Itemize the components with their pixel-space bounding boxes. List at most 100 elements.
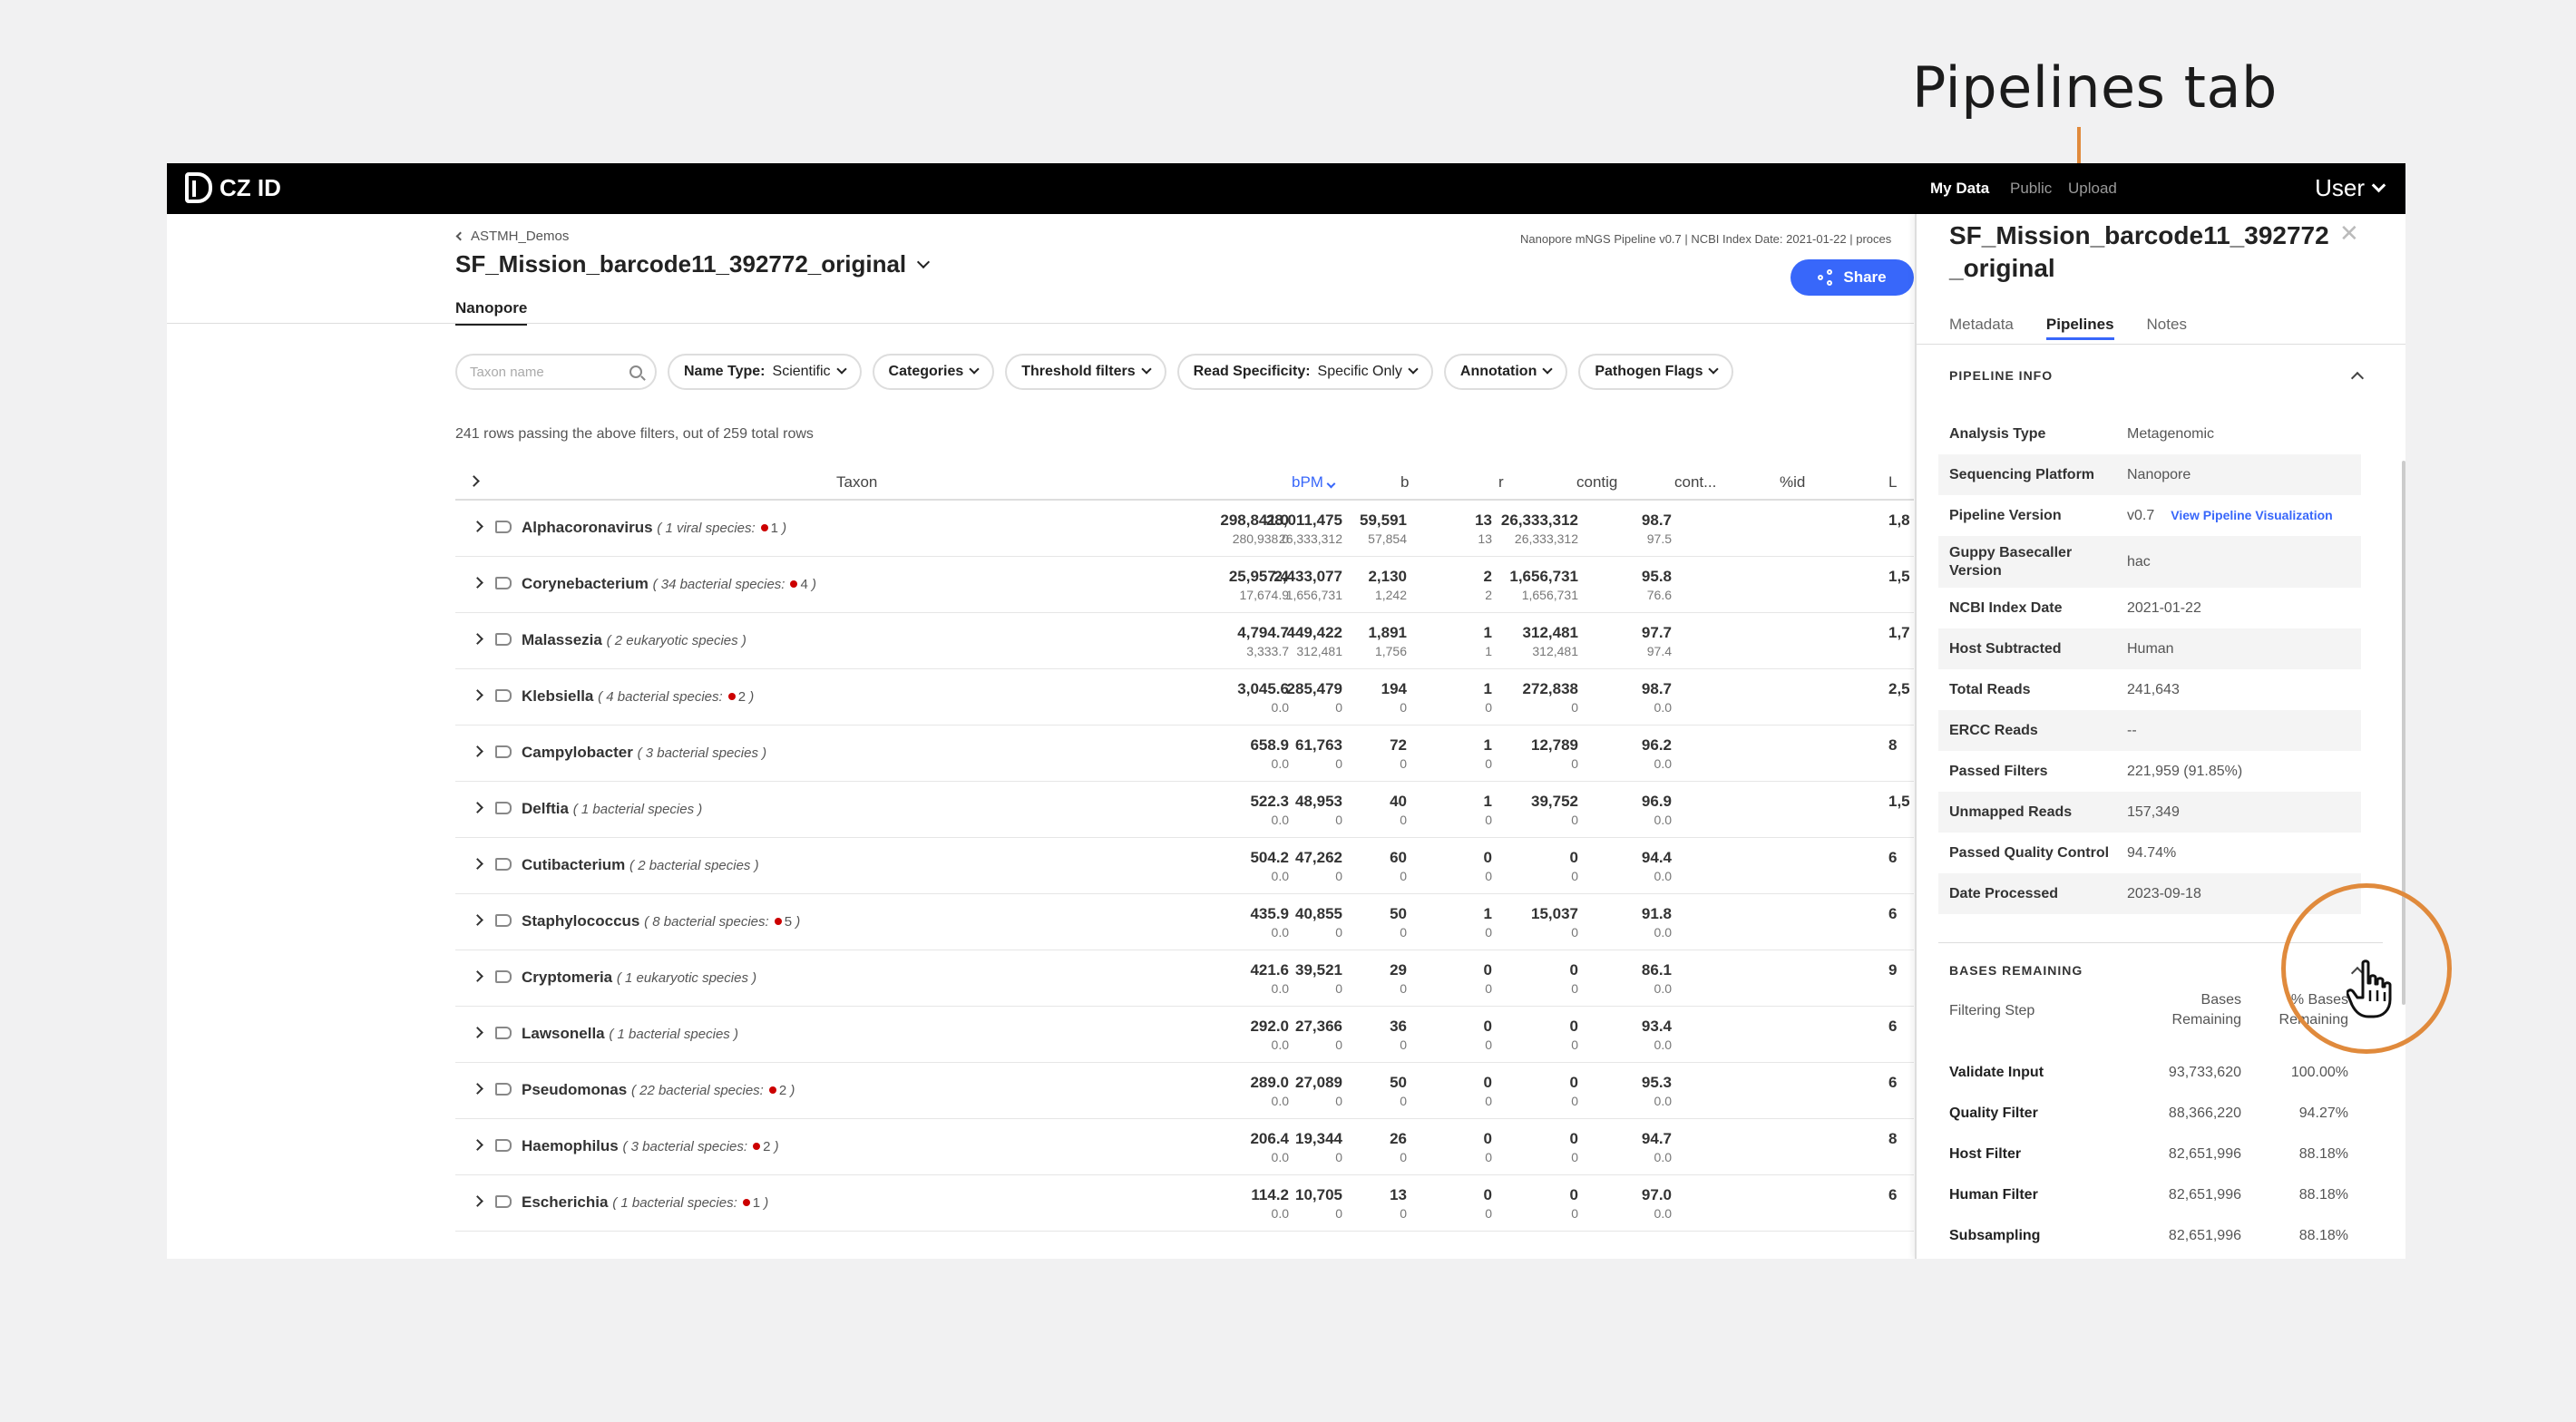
expand-all-icon[interactable] bbox=[468, 475, 480, 487]
taxon-name[interactable]: Lawsonella ( 1 bacterial species ) bbox=[522, 1025, 738, 1043]
pipeline-info-value: Nanopore bbox=[2127, 467, 2191, 483]
close-icon[interactable]: ✕ bbox=[2339, 219, 2359, 248]
taxon-search-input[interactable]: Taxon name bbox=[455, 354, 657, 390]
taxon-name-text: Pseudomonas bbox=[522, 1081, 628, 1098]
table-row[interactable]: Cutibacterium ( 2 bacterial species ) 504… bbox=[455, 838, 1914, 894]
chevron-up-icon[interactable] bbox=[2350, 371, 2365, 385]
expand-row-icon[interactable] bbox=[472, 745, 483, 757]
chevron-down-icon bbox=[1708, 364, 1720, 375]
threshold-filter[interactable]: Threshold filters bbox=[1005, 354, 1166, 390]
table-row[interactable]: Delftia ( 1 bacterial species ) 522.3 0.0 4… bbox=[455, 782, 1914, 838]
annotation-filter[interactable]: Annotation bbox=[1443, 354, 1568, 390]
table-row[interactable]: Escherichia ( 1 bacterial species: 1 ) 114… bbox=[455, 1175, 1914, 1232]
tag-icon[interactable] bbox=[495, 577, 512, 589]
taxon-name[interactable]: Cutibacterium ( 2 bacterial species ) bbox=[522, 856, 759, 874]
expand-row-icon[interactable] bbox=[472, 802, 483, 813]
expand-row-icon[interactable] bbox=[472, 1027, 483, 1038]
col-l[interactable]: L bbox=[1888, 473, 1897, 492]
pipeline-info-value-text: 2023-09-18 bbox=[2127, 885, 2201, 901]
expand-row-icon[interactable] bbox=[472, 1083, 483, 1095]
nav-public[interactable]: Public bbox=[2010, 180, 2052, 198]
cell-pid: 98.7 0.0 bbox=[1490, 669, 1672, 715]
tab-metadata[interactable]: Metadata bbox=[1949, 316, 2014, 340]
col-contig-bases[interactable]: cont... bbox=[1674, 473, 1716, 492]
tag-icon[interactable] bbox=[495, 521, 512, 533]
tag-icon[interactable] bbox=[495, 633, 512, 646]
pipeline-info-heading[interactable]: PIPELINE INFO bbox=[1949, 368, 2053, 383]
view-pipeline-visualization-link[interactable]: View Pipeline Visualization bbox=[2171, 508, 2332, 522]
col-b[interactable]: b bbox=[1400, 473, 1409, 492]
table-row[interactable]: Staphylococcus ( 8 bacterial species: 5 )… bbox=[455, 894, 1914, 950]
expand-row-icon[interactable] bbox=[472, 970, 483, 982]
taxon-name[interactable]: Alphacoronavirus ( 1 viral species: 1 ) bbox=[522, 519, 786, 537]
nav-my-data[interactable]: My Data bbox=[1930, 180, 1989, 198]
table-row[interactable]: Haemophilus ( 3 bacterial species: 2 ) 206… bbox=[455, 1119, 1914, 1175]
breadcrumb[interactable]: ASTMH_Demos bbox=[455, 229, 569, 244]
taxon-name[interactable]: Escherichia ( 1 bacterial species: 1 ) bbox=[522, 1193, 768, 1212]
table-row[interactable]: Cryptomeria ( 1 eukaryotic species ) 421.… bbox=[455, 950, 1914, 1007]
taxon-name[interactable]: Staphylococcus ( 8 bacterial species: 5 ) bbox=[522, 912, 800, 930]
taxon-name[interactable]: Klebsiella ( 4 bacterial species: 2 ) bbox=[522, 687, 754, 706]
cell-pid: 93.4 0.0 bbox=[1490, 1007, 1672, 1052]
taxon-species-count: ( 1 bacterial species ) bbox=[609, 1027, 738, 1042]
table-row[interactable]: Klebsiella ( 4 bacterial species: 2 ) 3,04… bbox=[455, 669, 1914, 726]
expand-row-icon[interactable] bbox=[472, 1195, 483, 1207]
table-row[interactable]: Alphacoronavirus ( 1 viral species: 1 ) 29… bbox=[455, 501, 1914, 557]
sample-title[interactable]: SF_Mission_barcode11_392772_original bbox=[455, 250, 931, 278]
table-row[interactable]: Campylobacter ( 3 bacterial species ) 658… bbox=[455, 726, 1914, 782]
expand-row-icon[interactable] bbox=[472, 633, 483, 645]
tag-icon[interactable] bbox=[495, 689, 512, 702]
col-percent-id[interactable]: %id bbox=[1780, 473, 1805, 492]
col-contig[interactable]: contig bbox=[1576, 473, 1617, 492]
tag-icon[interactable] bbox=[495, 970, 512, 983]
bases-remaining-heading[interactable]: BASES REMAINING bbox=[1949, 963, 2083, 978]
taxon-name[interactable]: Haemophilus ( 3 bacterial species: 2 ) bbox=[522, 1137, 779, 1155]
taxon-name[interactable]: Pseudomonas ( 22 bacterial species: 2 ) bbox=[522, 1081, 795, 1099]
tag-icon[interactable] bbox=[495, 1139, 512, 1152]
taxon-name[interactable]: Malassezia ( 2 eukaryotic species ) bbox=[522, 631, 746, 649]
nav-upload[interactable]: Upload bbox=[2068, 180, 2117, 198]
tag-icon[interactable] bbox=[495, 1027, 512, 1039]
table-row[interactable]: Pseudomonas ( 22 bacterial species: 2 ) 28… bbox=[455, 1063, 1914, 1119]
expand-row-icon[interactable] bbox=[472, 914, 483, 926]
pipeline-info-key: Passed Filters bbox=[1949, 763, 2048, 779]
taxon-name[interactable]: Delftia ( 1 bacterial species ) bbox=[522, 800, 702, 818]
expand-row-icon[interactable] bbox=[472, 858, 483, 870]
pipeline-info-value: Metagenomic bbox=[2127, 426, 2214, 443]
expand-row-icon[interactable] bbox=[472, 689, 483, 701]
col-taxon[interactable]: Taxon bbox=[836, 473, 877, 492]
tag-icon[interactable] bbox=[495, 1083, 512, 1096]
expand-row-icon[interactable] bbox=[472, 1139, 483, 1151]
tab-notes[interactable]: Notes bbox=[2147, 316, 2187, 340]
taxon-name[interactable]: Campylobacter ( 3 bacterial species ) bbox=[522, 744, 766, 762]
table-row[interactable]: Malassezia ( 2 eukaryotic species ) 4,794… bbox=[455, 613, 1914, 669]
tag-icon[interactable] bbox=[495, 802, 512, 814]
bases-remaining-value: 82,651,996 bbox=[2168, 1145, 2241, 1162]
col-bpm[interactable]: bPM bbox=[1292, 473, 1336, 492]
filtering-step: Quality Filter bbox=[1949, 1105, 2038, 1121]
tag-icon[interactable] bbox=[495, 914, 512, 927]
read-specificity-filter[interactable]: Read Specificity: Specific Only bbox=[1176, 354, 1433, 390]
categories-filter[interactable]: Categories bbox=[872, 354, 995, 390]
tag-icon[interactable] bbox=[495, 745, 512, 758]
user-menu[interactable]: User bbox=[2315, 174, 2386, 202]
pipeline-info-key: Pipeline Version bbox=[1949, 507, 2062, 523]
taxon-species-count: ( 2 bacterial species ) bbox=[629, 858, 759, 873]
pathogen-flags-filter[interactable]: Pathogen Flags bbox=[1578, 354, 1734, 390]
taxon-name[interactable]: Corynebacterium ( 34 bacterial species: 4… bbox=[522, 575, 816, 593]
table-row[interactable]: Lawsonella ( 1 bacterial species ) 292.0 0… bbox=[455, 1007, 1914, 1063]
col-r[interactable]: r bbox=[1498, 473, 1504, 492]
expand-row-icon[interactable] bbox=[472, 521, 483, 532]
czid-logo[interactable]: CZ ID bbox=[185, 172, 281, 203]
expand-row-icon[interactable] bbox=[472, 577, 483, 589]
name-type-filter[interactable]: Name Type: Scientific bbox=[668, 354, 862, 390]
taxon-name-text: Escherichia bbox=[522, 1193, 609, 1211]
table-row[interactable]: Corynebacterium ( 34 bacterial species: 4… bbox=[455, 557, 1914, 613]
tag-icon[interactable] bbox=[495, 1195, 512, 1208]
tag-icon[interactable] bbox=[495, 858, 512, 871]
tab-pipelines[interactable]: Pipelines bbox=[2045, 316, 2114, 340]
share-button[interactable]: Share bbox=[1791, 259, 1914, 296]
taxon-name[interactable]: Cryptomeria ( 1 eukaryotic species ) bbox=[522, 969, 756, 987]
tab-nanopore[interactable]: Nanopore bbox=[455, 299, 528, 326]
cell-pid: 95.3 0.0 bbox=[1490, 1063, 1672, 1108]
